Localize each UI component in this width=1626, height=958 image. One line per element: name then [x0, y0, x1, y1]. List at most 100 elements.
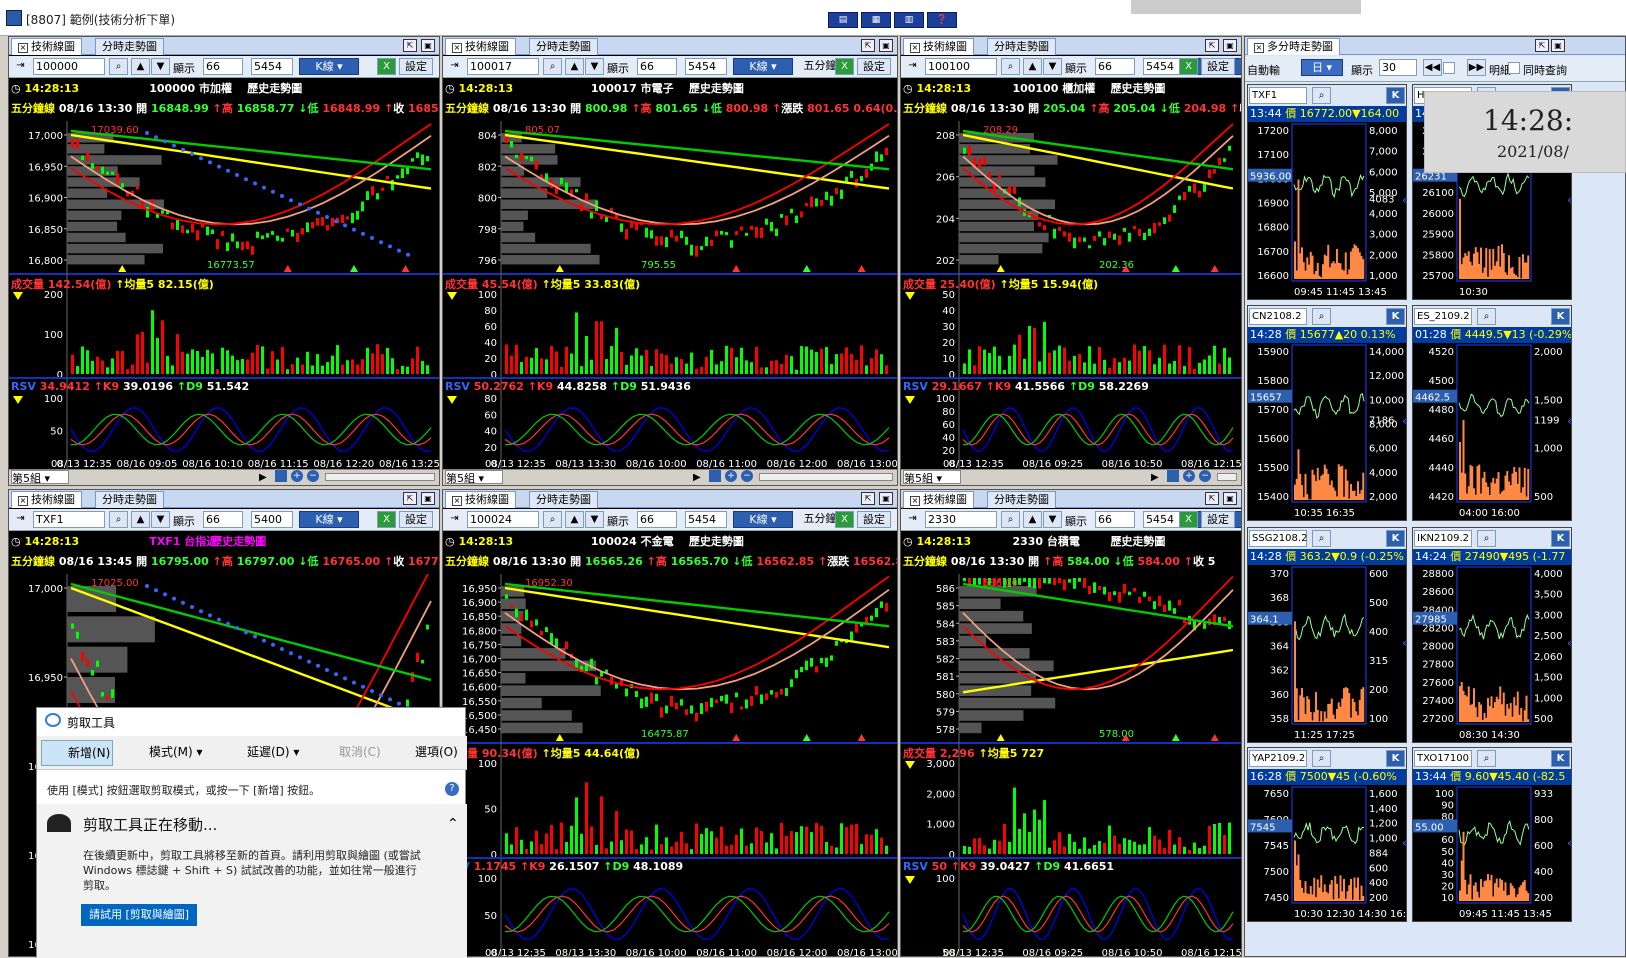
up-icon[interactable]: ▲ [1023, 58, 1042, 75]
new-snip-button[interactable]: 新增(N) [41, 740, 113, 766]
collapse-arrow-icon[interactable]: « [1402, 414, 1406, 428]
link-arrow-icon[interactable]: ⇥ [11, 58, 30, 75]
layout-button-3[interactable]: ▥ [894, 12, 924, 28]
time-scrollbar[interactable] [759, 473, 893, 481]
delay-button[interactable]: 延遲(D) ▾ [221, 740, 313, 766]
mode-button[interactable]: 模式(M) ▾ [121, 740, 213, 766]
cancel-button[interactable]: 取消(C) [317, 740, 383, 766]
tab-intraday[interactable]: 分時走勢圖 [95, 491, 164, 508]
tab-tech-chart[interactable]: × 技術線圖 [903, 38, 974, 55]
tab-intraday[interactable]: 分時走勢圖 [529, 491, 598, 508]
search-icon[interactable]: ⌕ [1312, 87, 1331, 104]
k-chart-icon[interactable]: K [1551, 308, 1570, 325]
up-icon[interactable]: ▲ [565, 511, 584, 528]
count-input[interactable]: 66 [637, 58, 677, 75]
tab-tech-chart[interactable]: × 技術線圖 [445, 38, 516, 55]
period-input[interactable]: 5454 [685, 58, 727, 75]
count-input[interactable]: 66 [1095, 511, 1135, 528]
excel-icon[interactable]: X [377, 511, 396, 528]
collapse-arrow-icon[interactable]: « [1567, 636, 1571, 650]
down-icon[interactable]: ▼ [151, 511, 170, 528]
sync-checkbox[interactable] [1508, 62, 1520, 74]
popout-icon[interactable]: ⇱ [861, 492, 875, 505]
count-input[interactable]: 66 [203, 511, 243, 528]
symbol-input[interactable]: 100017 [467, 58, 539, 75]
symbol-input[interactable]: 2330 [925, 511, 997, 528]
excel-icon[interactable]: X [835, 58, 854, 75]
popout-icon[interactable]: ⇱ [1535, 39, 1549, 52]
layout-button-2[interactable]: ▦ [861, 12, 891, 28]
close-icon[interactable]: × [18, 43, 28, 53]
zoom-out-icon[interactable]: − [741, 470, 753, 482]
mini-symbol-input[interactable]: SSG2108.2 [1249, 530, 1307, 547]
search-icon[interactable]: ⌕ [1312, 530, 1331, 547]
period-input[interactable]: 5454 [685, 511, 727, 528]
try-snip-sketch-button[interactable]: 請試用 [剪取與繪圖] [81, 904, 197, 926]
search-icon[interactable]: ⌕ [1312, 308, 1331, 325]
link-arrow-icon[interactable]: ⇥ [11, 511, 30, 528]
kline-select[interactable]: K線 ▾ [733, 58, 793, 75]
symbol-input[interactable]: 100100 [925, 58, 997, 75]
maximize-icon[interactable]: ▣ [421, 39, 435, 52]
settings-button[interactable]: 設定 [399, 58, 433, 75]
excel-icon[interactable]: X [377, 58, 396, 75]
down-icon[interactable]: ▼ [585, 58, 604, 75]
maximize-icon[interactable]: ▣ [1551, 39, 1565, 52]
zoom-out-icon[interactable]: − [307, 470, 319, 482]
close-icon[interactable]: × [1254, 43, 1264, 53]
zoom-fit-icon[interactable] [1167, 470, 1179, 482]
scroll-right-icon[interactable]: ▶ [693, 470, 701, 485]
tab-intraday[interactable]: 分時走勢圖 [529, 38, 598, 55]
zoom-fit-icon[interactable] [275, 470, 287, 482]
popout-icon[interactable]: ⇱ [1205, 492, 1219, 505]
search-icon[interactable]: ⌕ [543, 511, 562, 528]
search-icon[interactable]: ⌕ [1477, 530, 1496, 547]
help-button[interactable]: ❓ [927, 12, 957, 28]
down-icon[interactable]: ▼ [1043, 58, 1062, 75]
mini-symbol-input[interactable]: TXO17100 [1414, 750, 1472, 767]
close-icon[interactable]: × [18, 496, 28, 506]
mini-symbol-input[interactable]: TXF1 [1249, 87, 1307, 104]
symbol-input[interactable]: 100000 [33, 58, 105, 75]
period-input[interactable]: 5454 [251, 58, 293, 75]
layout-button-1[interactable]: ▤ [828, 12, 858, 28]
prev-button[interactable]: ◀◀ [1423, 59, 1442, 76]
k-chart-icon[interactable]: K [1551, 750, 1570, 767]
scroll-right-icon[interactable]: ▶ [259, 470, 267, 485]
collapse-chevron-icon[interactable]: ⌃ [447, 816, 459, 832]
period-input[interactable]: 5400 [251, 511, 293, 528]
up-icon[interactable]: ▲ [565, 58, 584, 75]
mini-symbol-input[interactable]: YAP2109.2 [1249, 750, 1307, 767]
next-button[interactable]: ▶▶ [1467, 59, 1486, 76]
kline-select[interactable]: K線 ▾ [299, 58, 359, 75]
k-chart-icon[interactable]: K [1386, 87, 1405, 104]
options-button[interactable]: 選項(O) [389, 740, 465, 766]
zoom-out-icon[interactable]: − [1199, 470, 1211, 482]
settings-button[interactable]: 設定 [1201, 58, 1235, 75]
k-chart-icon[interactable]: K [1386, 530, 1405, 547]
k-chart-icon[interactable]: K [1551, 530, 1570, 547]
mini-symbol-input[interactable]: IKN2109.2 [1414, 530, 1472, 547]
group-select[interactable]: 第5組 ▾ [903, 470, 961, 485]
tab-tech-chart[interactable]: × 技術線圖 [11, 38, 82, 55]
collapse-arrow-icon[interactable]: « [1402, 193, 1406, 207]
link-arrow-icon[interactable]: ⇥ [903, 58, 922, 75]
collapse-arrow-icon[interactable]: « [1402, 636, 1406, 650]
search-icon[interactable]: ⌕ [1477, 750, 1496, 767]
kline-select[interactable]: K線 ▾ [733, 511, 793, 528]
tab-tech-chart[interactable]: × 技術線圖 [445, 491, 516, 508]
search-icon[interactable]: ⌕ [1001, 58, 1020, 75]
excel-icon[interactable]: X [1179, 58, 1198, 75]
k-chart-icon[interactable]: K [1386, 750, 1405, 767]
maximize-icon[interactable]: ▣ [421, 492, 435, 505]
symbol-input[interactable]: TXF1 [33, 511, 105, 528]
up-icon[interactable]: ▲ [131, 58, 150, 75]
count-input[interactable]: 66 [637, 511, 677, 528]
close-icon[interactable]: × [452, 43, 462, 53]
mini-symbol-input[interactable]: ES_2109.2 [1414, 308, 1472, 325]
scroll-right-icon[interactable]: ▶ [1151, 470, 1159, 485]
tab-intraday[interactable]: 分時走勢圖 [95, 38, 164, 55]
kline-select[interactable]: K線 ▾ [299, 511, 359, 528]
popout-icon[interactable]: ⇱ [861, 39, 875, 52]
up-icon[interactable]: ▲ [131, 511, 150, 528]
